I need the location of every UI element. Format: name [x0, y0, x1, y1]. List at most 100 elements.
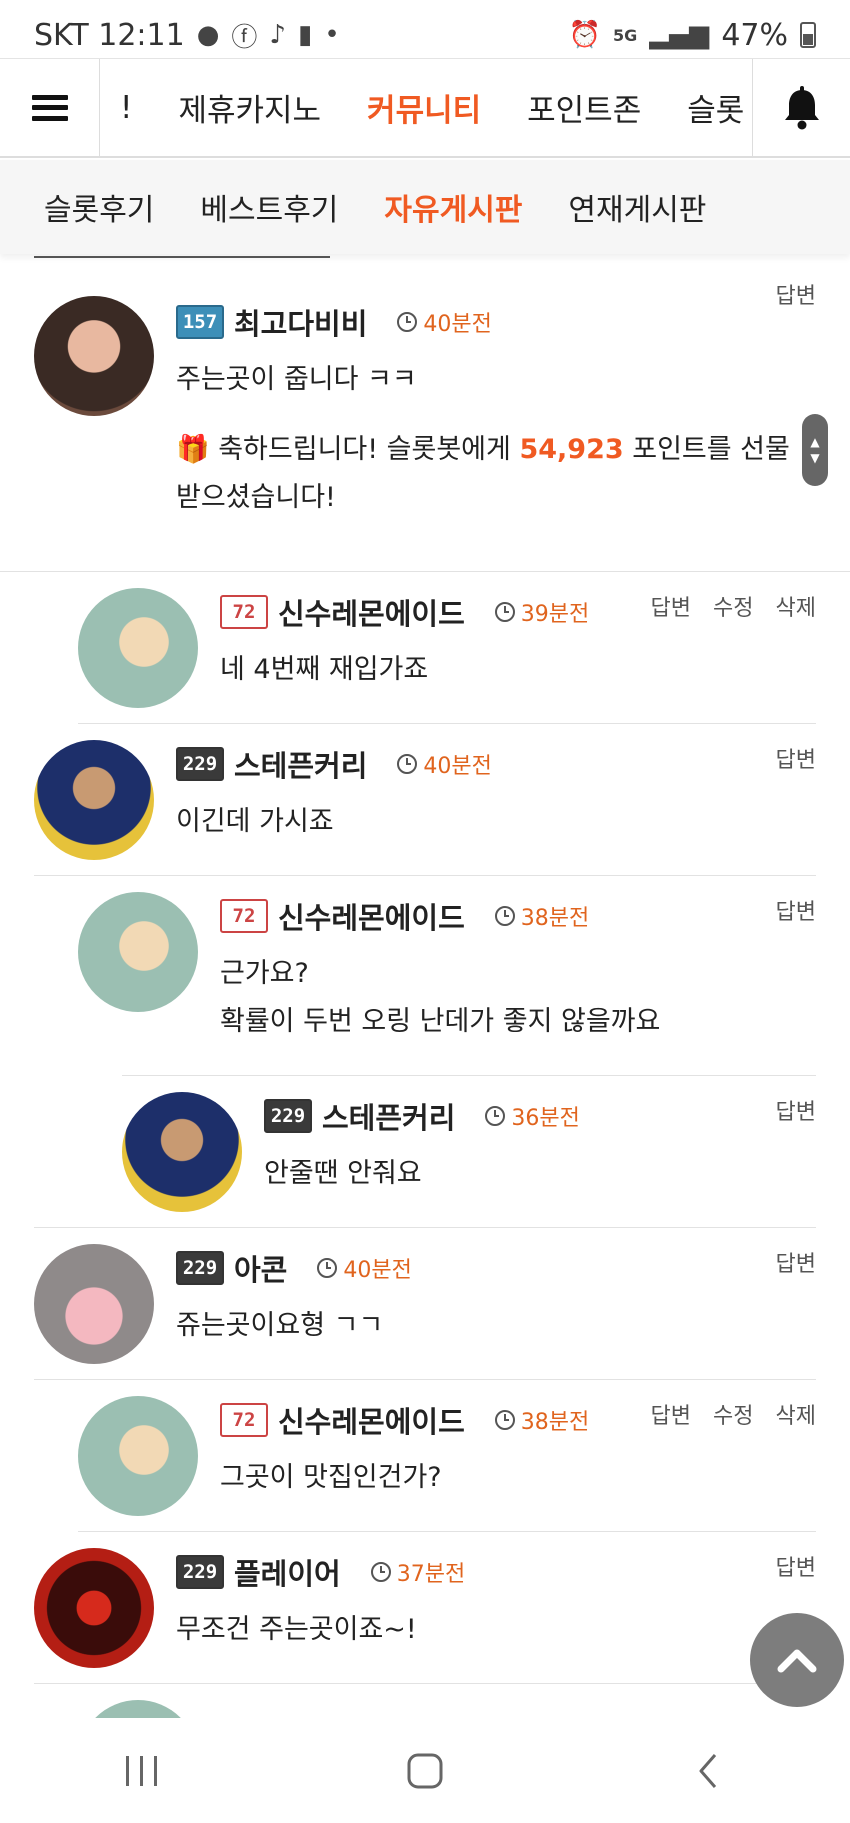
- tab-slot-review[interactable]: 슬롯후기: [44, 185, 154, 229]
- username[interactable]: 신수레몬에이드: [278, 895, 465, 937]
- avatar[interactable]: [34, 1244, 154, 1364]
- scroll-top-button[interactable]: [750, 1613, 844, 1707]
- avatar[interactable]: [78, 892, 198, 1012]
- comment-actions: 답변: [776, 742, 816, 774]
- clock-icon: [485, 1106, 506, 1126]
- clock-icon: [397, 754, 418, 774]
- level-badge: 229: [264, 1099, 312, 1133]
- nav-item-point-zone[interactable]: 포인트존: [527, 85, 641, 130]
- comment-text: 그곳이 맛집인건가?: [220, 1462, 442, 1493]
- reply-button[interactable]: 답변: [651, 590, 691, 622]
- tab-best-review[interactable]: 베스트후기: [200, 185, 338, 229]
- comment-actions: 답변: [776, 1550, 816, 1582]
- reply-button[interactable]: 답변: [776, 1246, 816, 1278]
- comment-time: 37분전: [396, 1562, 466, 1587]
- scroll-handle[interactable]: ▲ ▼: [802, 414, 828, 486]
- reply-button[interactable]: 답변: [776, 278, 816, 310]
- comment-actions: 답변: [776, 1246, 816, 1278]
- top-nav-items: ! 제휴카지노 커뮤니티 포인트존 슬롯: [100, 59, 752, 156]
- avatar[interactable]: [78, 1396, 198, 1516]
- edit-button[interactable]: 수정: [713, 590, 753, 622]
- home-button[interactable]: [385, 1741, 465, 1801]
- back-button[interactable]: [668, 1741, 748, 1801]
- nav-item-partner-casino[interactable]: 제휴카지노: [178, 85, 321, 130]
- avatar[interactable]: [34, 740, 154, 860]
- comment-text: 무조건 주는곳이죠~!: [176, 1614, 417, 1645]
- comment-text-line: 근가요?: [220, 958, 309, 989]
- clock-icon: [317, 1258, 338, 1278]
- username[interactable]: 아콘: [234, 1247, 287, 1289]
- comment-time: 38분전: [520, 906, 590, 931]
- nav-item-community[interactable]: 커뮤니티: [367, 85, 481, 130]
- comment-item: 229 아콘 40분전 쥬는곳이요형 ㄱㄱ 답변: [34, 1228, 816, 1380]
- level-badge: 72: [220, 1403, 268, 1437]
- delete-button[interactable]: 삭제: [776, 1398, 816, 1430]
- comment-item: 229 플레이어 37분전 무조건 주는곳이죠~! 답변: [34, 1532, 816, 1684]
- comment-time: 40분전: [423, 754, 492, 779]
- alarm-icon: ⏰: [568, 20, 602, 50]
- level-badge: 229: [176, 747, 224, 781]
- username[interactable]: 스테픈커리: [322, 1095, 455, 1137]
- back-icon: [699, 1753, 717, 1788]
- reply-button[interactable]: 답변: [776, 742, 816, 774]
- comment-text: 주는곳이 줍니다 ㅋㅋ: [176, 364, 417, 395]
- level-badge: 229: [176, 1251, 224, 1285]
- comment-actions: 답변: [776, 894, 816, 926]
- avatar[interactable]: [78, 588, 198, 708]
- nav-item-slot[interactable]: 슬롯: [687, 85, 744, 130]
- comment-text: 이긴데 가시죠: [176, 806, 334, 837]
- comment-actions: 답변 수정 삭제: [651, 590, 816, 622]
- tiktok-icon: ♪: [269, 20, 286, 50]
- bell-icon: [784, 85, 819, 129]
- sub-nav: 슬롯후기 베스트후기 자유게시판 연재게시판: [0, 160, 850, 254]
- comment-time: 38분전: [520, 1410, 590, 1435]
- gift-points: 54,923: [519, 434, 624, 465]
- avatar[interactable]: [78, 1700, 198, 1720]
- chevron-down-icon: ▼: [810, 451, 820, 465]
- clock-icon: [370, 1562, 391, 1582]
- menu-button[interactable]: [0, 59, 100, 156]
- signal-icon: ▂▄▆: [649, 20, 710, 50]
- comment-item: 157 최고다비비 40분전 주는곳이 줍니다 ㅋㅋ 🎁 축하드립니다! 슬롯봇…: [0, 260, 850, 572]
- username[interactable]: 플레이어: [234, 1551, 341, 1593]
- comment-time: 36분전: [511, 1106, 580, 1131]
- clock-icon: [397, 312, 418, 332]
- comment-text: 네 4번째 재입가죠: [220, 654, 429, 685]
- reply-button[interactable]: 답변: [776, 1094, 816, 1126]
- carrier-time: SKT 12:11: [34, 17, 185, 53]
- comment-actions: 답변: [776, 1094, 816, 1126]
- delete-button[interactable]: 삭제: [776, 590, 816, 622]
- reply-button[interactable]: 답변: [651, 1398, 691, 1430]
- reply-button[interactable]: 답변: [776, 1550, 816, 1582]
- comment-time: 39분전: [520, 602, 590, 627]
- tab-serial-board[interactable]: 연재게시판: [568, 185, 706, 229]
- username[interactable]: 최고다비비: [234, 301, 367, 343]
- comment-time: 40분전: [343, 1258, 412, 1283]
- edit-button[interactable]: 수정: [713, 1398, 753, 1430]
- notification-button[interactable]: [752, 59, 850, 156]
- app-icon: ▮: [298, 20, 313, 50]
- top-nav: ! 제휴카지노 커뮤니티 포인트존 슬롯: [0, 58, 850, 158]
- avatar[interactable]: [122, 1092, 242, 1212]
- avatar[interactable]: [34, 296, 154, 416]
- avatar[interactable]: [34, 1548, 154, 1668]
- reply-button[interactable]: 답변: [776, 894, 816, 926]
- username[interactable]: 신수레몬에이드: [278, 1399, 465, 1441]
- comment-text-line: 확률이 두번 오링 난데가 좋지 않을까요: [220, 1006, 661, 1037]
- comment-item: 72 신수레몬에이드 39분전 네 4번째 재입가죠 답변 수정 삭제: [78, 572, 816, 724]
- sub-nav-indicator: [34, 256, 330, 258]
- clock-icon: [494, 906, 515, 926]
- comment-actions: 답변: [776, 278, 816, 310]
- level-badge: 157: [176, 305, 224, 339]
- network-label: 5G: [613, 25, 638, 45]
- nav-item-notice[interactable]: !: [120, 90, 132, 126]
- comment-text: 안줄땐 안줘요: [264, 1158, 422, 1189]
- facebook-icon: ⓕ: [231, 22, 258, 53]
- username[interactable]: 스테픈커리: [234, 743, 367, 785]
- username[interactable]: 신수레몬에이드: [278, 591, 465, 633]
- battery-icon: [800, 22, 816, 48]
- recent-apps-button[interactable]: [102, 1741, 182, 1801]
- tab-free-board[interactable]: 자유게시판: [384, 185, 522, 229]
- android-nav-bar: [0, 1718, 850, 1823]
- gift-message: 🎁 축하드립니다! 슬롯봇에게 54,923 포인트를 선물 받으셨습니다!: [176, 426, 816, 522]
